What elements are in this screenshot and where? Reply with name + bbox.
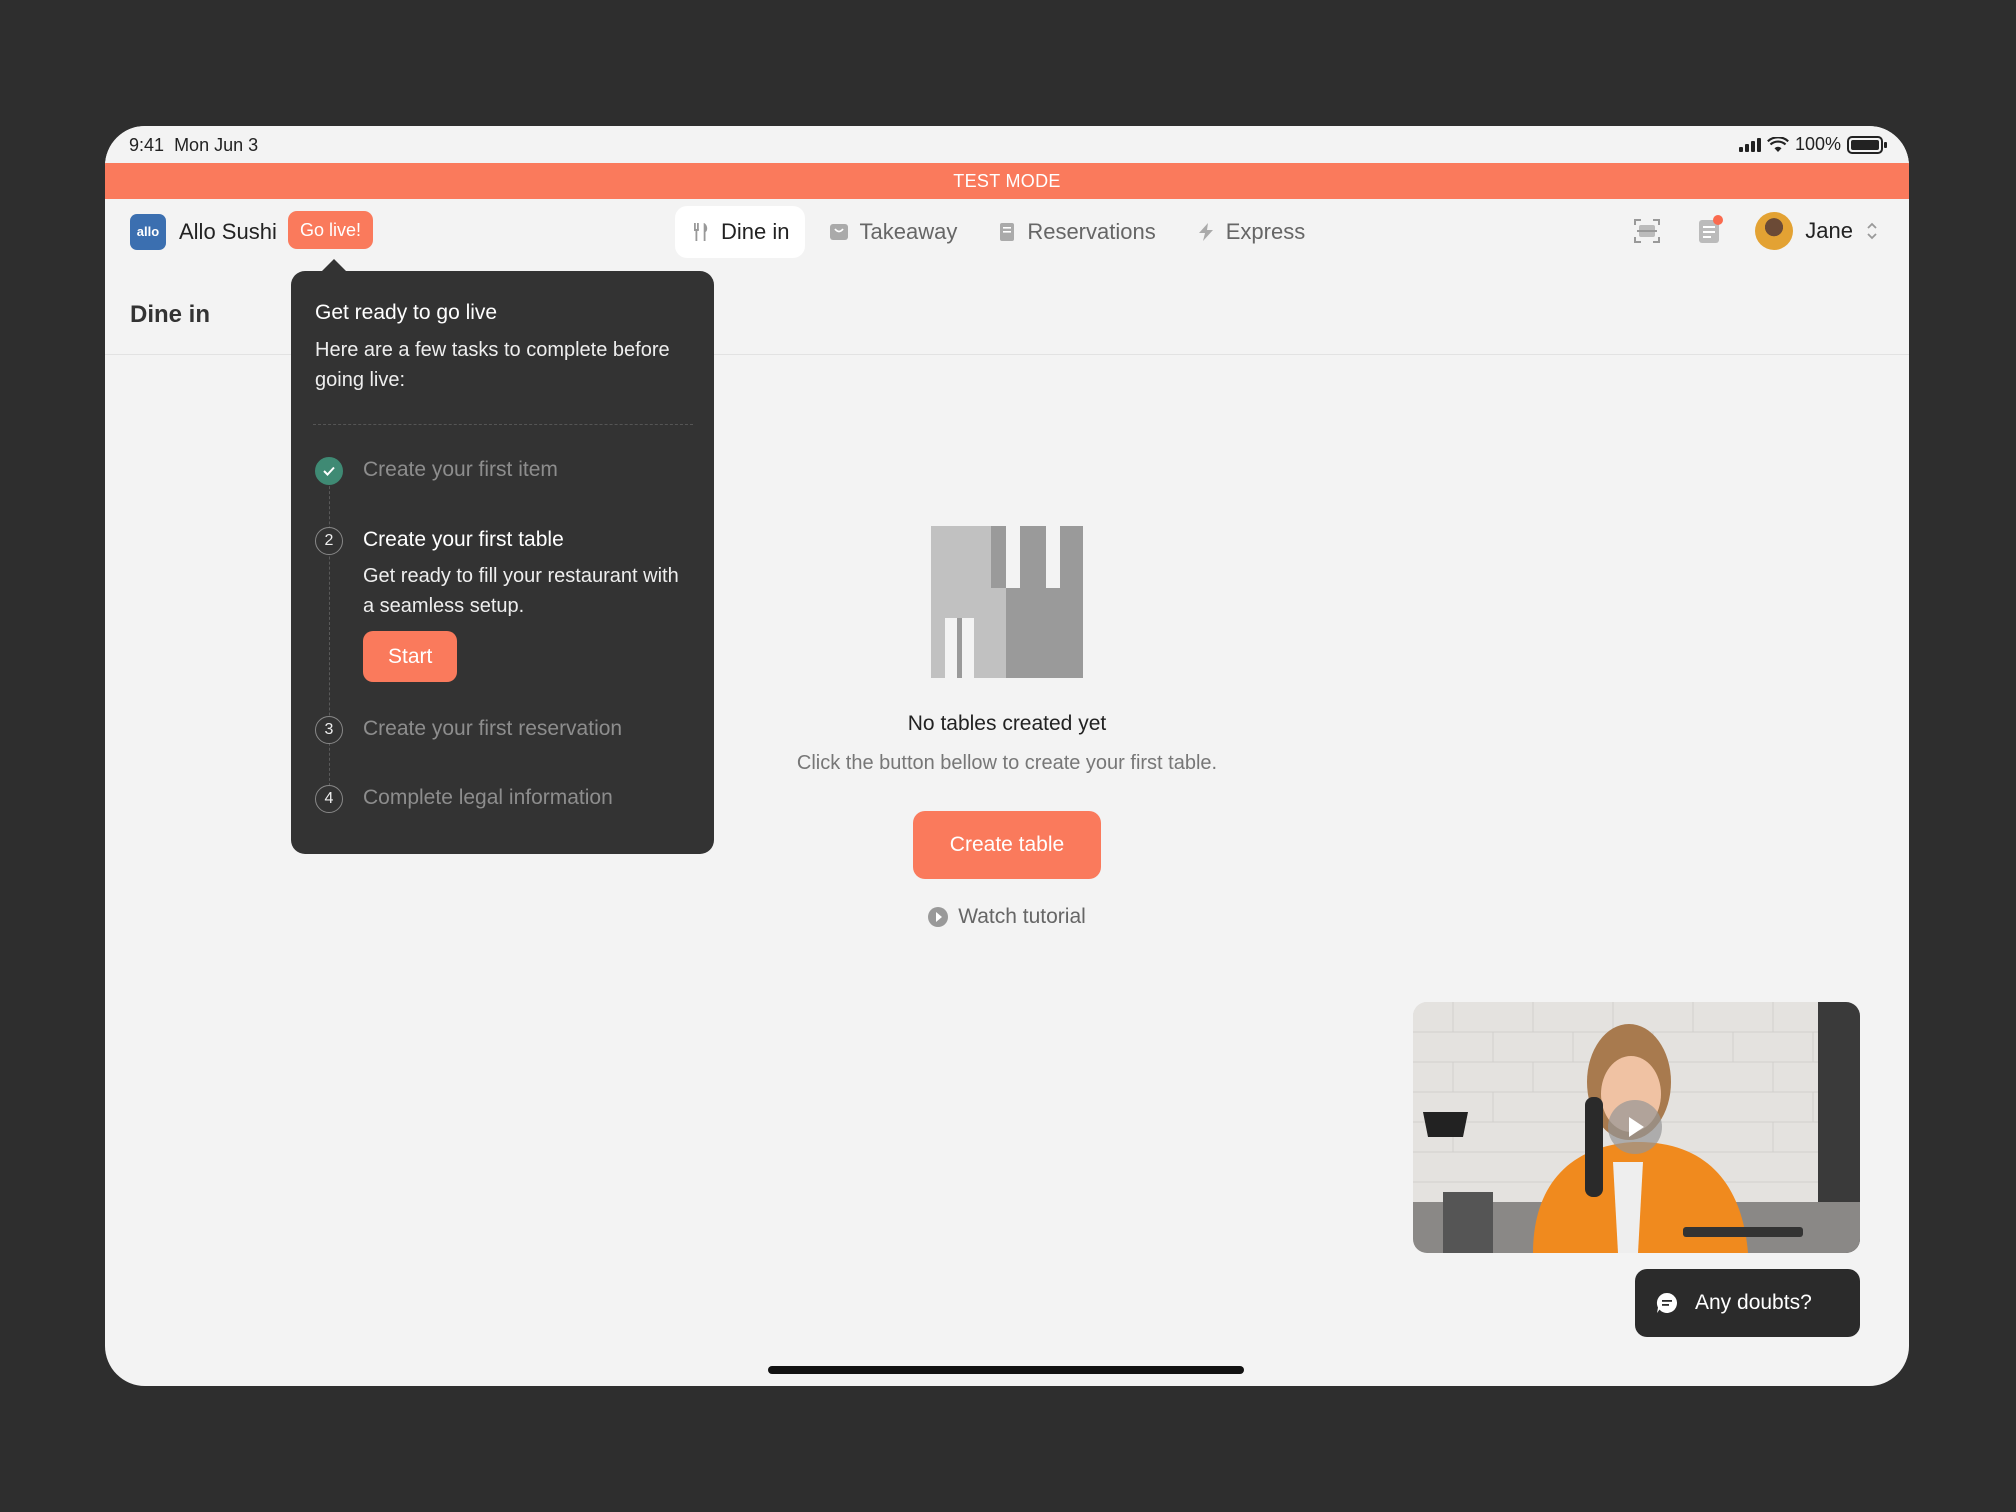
notification-dot bbox=[1713, 215, 1724, 225]
orders-button[interactable] bbox=[1693, 215, 1725, 247]
home-indicator bbox=[768, 1366, 1244, 1374]
main-tabs: Dine in Takeaway Reservations Express bbox=[675, 206, 1321, 258]
tutorial-video-thumbnail[interactable] bbox=[1413, 1002, 1860, 1253]
tab-label: Express bbox=[1225, 219, 1306, 244]
chevron-updown-icon bbox=[1867, 222, 1877, 240]
chat-icon bbox=[1656, 1292, 1678, 1313]
divider bbox=[313, 424, 693, 425]
battery-percent: 100% bbox=[1794, 134, 1841, 154]
status-time: 9:41 bbox=[129, 135, 165, 155]
go-live-checklist-popover: Get ready to go live Here are a few task… bbox=[291, 259, 714, 854]
tablet-frame: 9:41 Mon Jun 3 100% TEST MODE allo Allo … bbox=[105, 126, 1909, 1386]
user-menu[interactable]: Jane bbox=[1755, 212, 1879, 250]
avatar bbox=[1755, 212, 1794, 250]
step-number: 2 bbox=[315, 527, 343, 555]
watch-tutorial-label: Watch tutorial bbox=[958, 905, 1086, 928]
step-label: Create your first item bbox=[363, 458, 558, 481]
watch-tutorial-link[interactable]: Watch tutorial bbox=[105, 905, 1909, 929]
status-date: Mon Jun 3 bbox=[174, 135, 259, 155]
tab-express[interactable]: Express bbox=[1180, 206, 1321, 258]
top-navigation: allo Allo Sushi Go live! Dine in Takeawa… bbox=[105, 199, 1909, 265]
bolt-icon bbox=[1198, 223, 1213, 241]
play-circle-icon bbox=[928, 907, 949, 927]
step-label: Complete legal information bbox=[363, 786, 613, 809]
tables-illustration bbox=[931, 526, 1083, 678]
status-bar: 9:41 Mon Jun 3 100% bbox=[105, 126, 1909, 164]
tab-reservations[interactable]: Reservations bbox=[981, 206, 1171, 258]
tab-dine-in[interactable]: Dine in bbox=[675, 206, 806, 258]
popover-title: Get ready to go live bbox=[315, 301, 498, 324]
help-chat-button[interactable]: Any doubts? bbox=[1635, 1269, 1860, 1337]
step-label: Create your first table bbox=[363, 528, 564, 551]
scan-icon bbox=[1634, 219, 1661, 243]
restaurant-name[interactable]: Allo Sushi bbox=[179, 219, 277, 245]
wifi-icon bbox=[1767, 136, 1789, 152]
help-label: Any doubts? bbox=[1695, 1291, 1812, 1314]
tab-label: Takeaway bbox=[859, 219, 958, 244]
tab-label: Reservations bbox=[1027, 219, 1156, 244]
user-name: Jane bbox=[1805, 218, 1853, 243]
page-title: Dine in bbox=[130, 301, 211, 328]
battery-icon bbox=[1847, 135, 1887, 154]
book-icon bbox=[1000, 223, 1015, 241]
scan-button[interactable] bbox=[1631, 215, 1663, 247]
start-button[interactable]: Start bbox=[363, 631, 458, 682]
tab-label: Dine in bbox=[721, 219, 790, 244]
create-table-button[interactable]: Create table bbox=[912, 811, 1102, 879]
step-number: 4 bbox=[315, 785, 343, 813]
fork-knife-icon bbox=[694, 223, 708, 241]
step-description: Get ready to fill your restaurant with a… bbox=[363, 565, 679, 617]
step-label: Create your first reservation bbox=[363, 717, 623, 740]
signal-icon bbox=[1738, 137, 1761, 152]
go-live-button[interactable]: Go live! bbox=[288, 211, 374, 249]
brand-logo: allo bbox=[130, 214, 166, 250]
bag-icon bbox=[830, 224, 849, 240]
play-icon[interactable] bbox=[1608, 1100, 1662, 1154]
check-icon bbox=[315, 457, 343, 485]
test-mode-banner: TEST MODE bbox=[105, 163, 1909, 199]
tab-takeaway[interactable]: Takeaway bbox=[813, 206, 973, 258]
popover-intro: Here are a few tasks to complete before … bbox=[315, 339, 670, 391]
step-number: 3 bbox=[315, 716, 343, 744]
